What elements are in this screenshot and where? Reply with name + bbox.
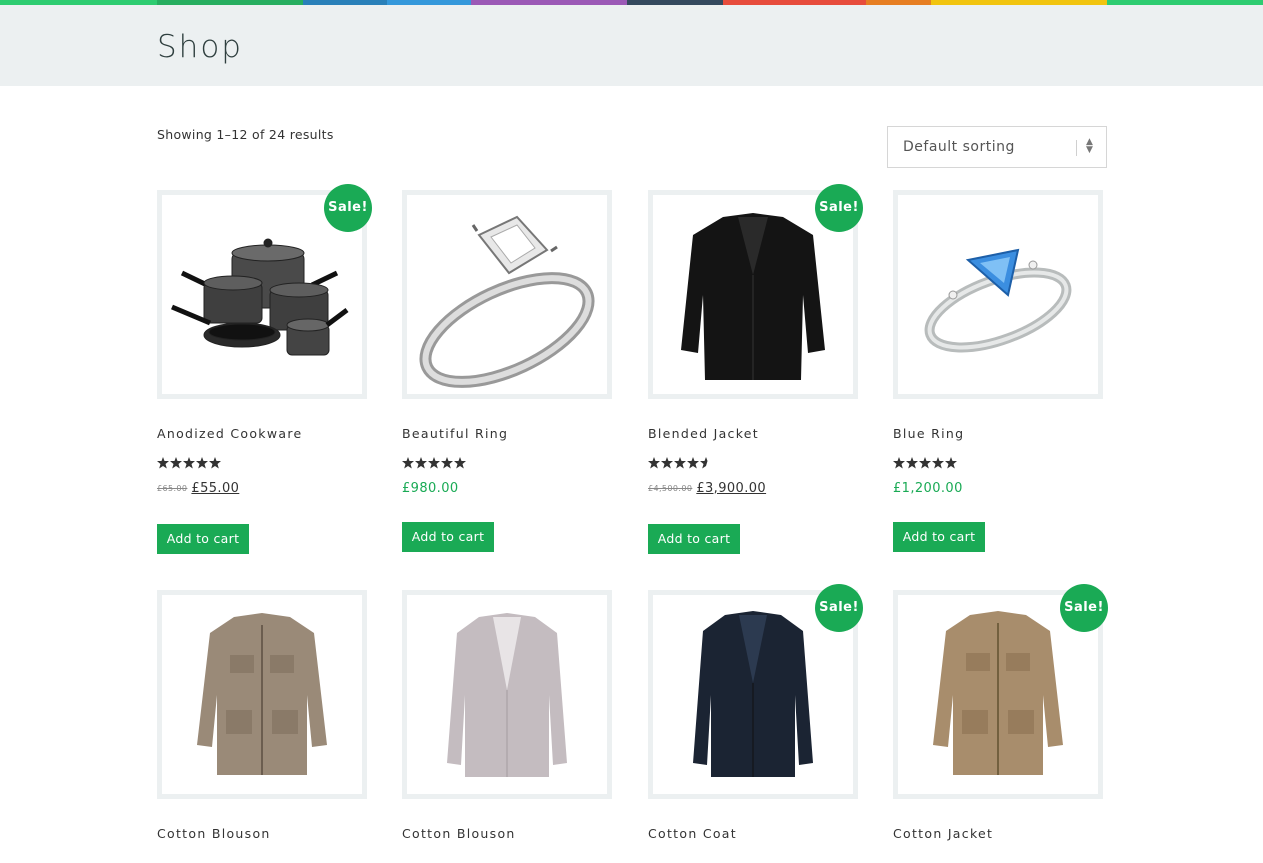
sale-price: £3,900.00 [696, 481, 767, 496]
product-title[interactable]: Blended Jacket [648, 426, 759, 441]
product-price: £980.00 [402, 481, 459, 496]
product-image-link[interactable] [402, 590, 612, 799]
product-price: £1,200.00 [893, 481, 963, 496]
product-title[interactable]: Cotton Blouson [157, 826, 271, 841]
sort-divider [1076, 140, 1077, 156]
product-image-link[interactable] [402, 190, 612, 399]
product-price: £65.00 £55.00 [157, 481, 239, 496]
product-title[interactable]: Beautiful Ring [402, 426, 508, 441]
product-title[interactable]: Cotton Coat [648, 826, 737, 841]
old-price: £65.00 [157, 484, 188, 493]
old-price: £4,500.00 [648, 484, 693, 493]
price: £980.00 [402, 481, 459, 496]
sale-badge: Sale! [815, 584, 863, 632]
result-count: Showing 1–12 of 24 results [157, 127, 334, 142]
star-rating [648, 457, 708, 469]
product-image-link[interactable] [157, 590, 367, 799]
product-title[interactable]: Cotton Jacket [893, 826, 993, 841]
page-header: Shop [0, 5, 1263, 86]
grey-blazer-image [447, 613, 567, 777]
sort-arrows-icon: ▲ ▼ [1086, 137, 1093, 155]
sale-badge: Sale! [815, 184, 863, 232]
blue-ring-image [924, 248, 1072, 353]
product-title[interactable]: Blue Ring [893, 426, 964, 441]
star-rating [157, 457, 221, 469]
star-rating [402, 457, 466, 469]
diamond-ring-image [419, 215, 595, 388]
product-title[interactable]: Anodized Cookware [157, 426, 303, 441]
price: £1,200.00 [893, 481, 963, 496]
product-title[interactable]: Cotton Blouson [402, 826, 516, 841]
product-image-link[interactable] [893, 190, 1103, 399]
star-rating [893, 457, 957, 469]
add-to-cart-button[interactable]: Add to cart [648, 524, 740, 554]
add-to-cart-button[interactable]: Add to cart [402, 522, 494, 552]
page-title: Shop [157, 29, 243, 65]
sale-badge: Sale! [324, 184, 372, 232]
product-price: £4,500.00 £3,900.00 [648, 481, 766, 496]
sort-selected-value: Default sorting [903, 139, 1015, 155]
sale-price: £55.00 [191, 481, 240, 496]
beige-jacket-image [197, 613, 327, 775]
add-to-cart-button[interactable]: Add to cart [893, 522, 985, 552]
sort-dropdown[interactable]: Default sorting ▲ ▼ [887, 126, 1107, 168]
add-to-cart-button[interactable]: Add to cart [157, 524, 249, 554]
sale-badge: Sale! [1060, 584, 1108, 632]
